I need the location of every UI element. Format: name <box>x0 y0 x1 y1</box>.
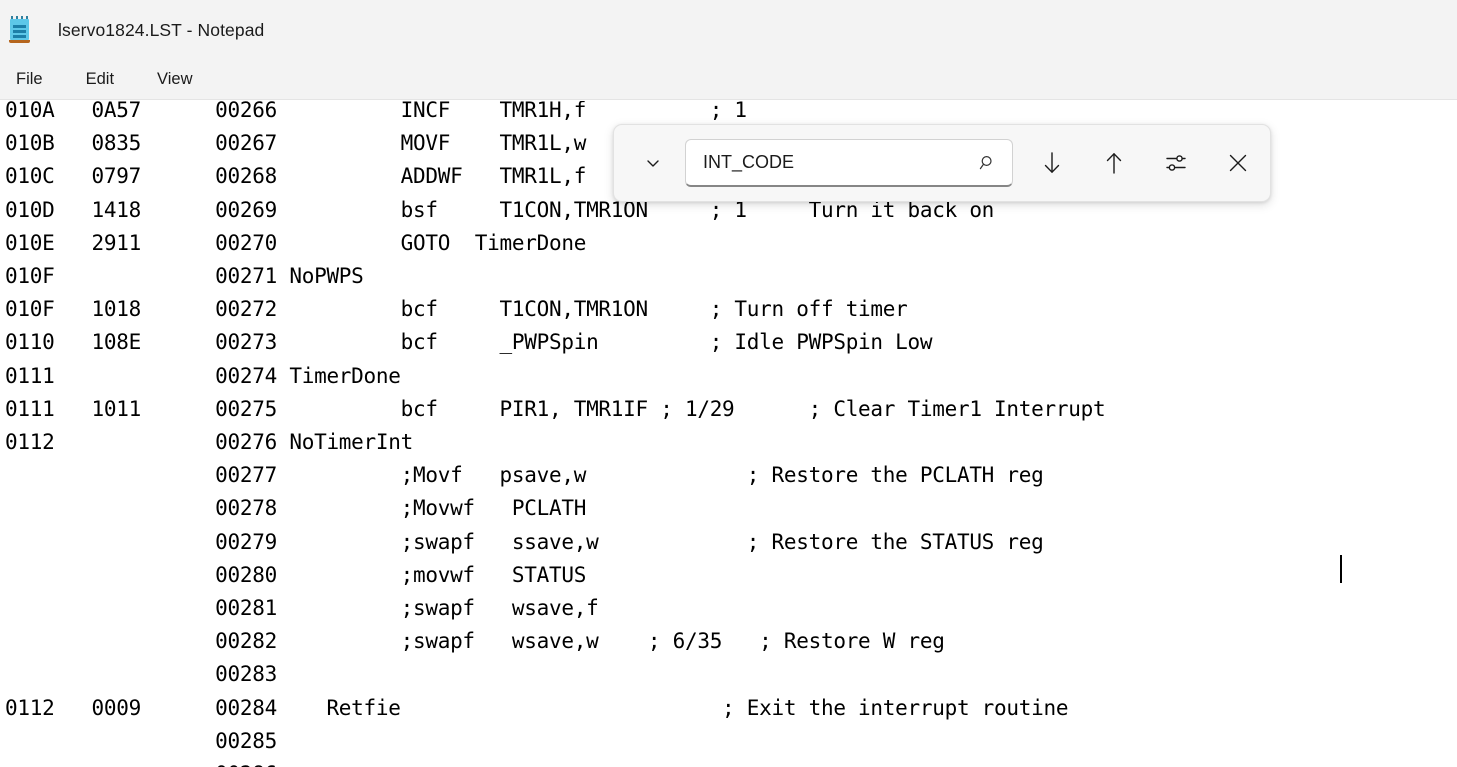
find-input-wrapper[interactable] <box>685 139 1013 187</box>
find-input[interactable] <box>703 152 961 173</box>
find-options-button[interactable] <box>1153 140 1199 186</box>
notepad-icon-base <box>9 40 30 43</box>
sliders-icon <box>1163 150 1189 176</box>
close-find-bar-button[interactable] <box>1215 140 1261 186</box>
find-bar <box>613 124 1271 202</box>
menu-item-view[interactable]: View <box>147 66 202 93</box>
menu-item-edit[interactable]: Edit <box>76 66 124 93</box>
find-previous-button[interactable] <box>1091 140 1137 186</box>
menu-item-file[interactable]: File <box>6 66 53 93</box>
close-icon <box>1226 151 1250 175</box>
find-next-button[interactable] <box>1029 140 1075 186</box>
expand-find-options-button[interactable] <box>631 141 675 185</box>
chevron-down-icon <box>643 153 663 173</box>
title-bar: lservo1824.LST - Notepad <box>0 0 1457 60</box>
arrow-up-icon <box>1101 149 1127 177</box>
menu-bar: File Edit View <box>0 60 1457 100</box>
magnifier-icon <box>978 153 998 173</box>
arrow-down-icon <box>1039 149 1065 177</box>
notepad-icon-body <box>10 19 29 40</box>
notepad-icon <box>7 16 33 44</box>
notepad-window: lservo1824.LST - Notepad File Edit View … <box>0 0 1457 767</box>
window-title: lservo1824.LST - Notepad <box>58 20 264 41</box>
text-caret <box>1340 555 1342 583</box>
